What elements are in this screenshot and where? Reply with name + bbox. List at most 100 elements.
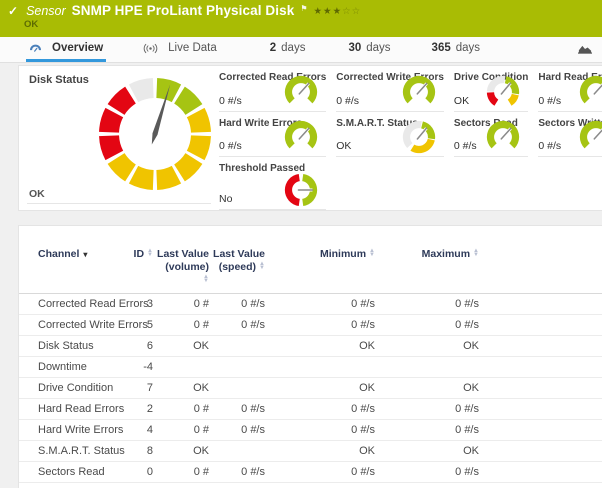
object-kind-label: Sensor <box>26 4 66 18</box>
column-header-last-value-volume-[interactable]: Last Value (volume)▲▼ <box>155 242 211 294</box>
channel-row-disk-status[interactable]: Disk Status6OKOKOK <box>19 336 602 357</box>
channel-value-cell: 2 <box>123 399 155 420</box>
filler-cell <box>481 399 602 420</box>
channel-value-cell: 0 #/s <box>377 483 481 488</box>
channel-table-panel: Channel▾ID▲▼Last Value (volume)▲▼Last Va… <box>18 225 602 488</box>
column-header-maximum[interactable]: Maximum▲▼ <box>377 242 481 294</box>
filler-cell <box>481 294 602 315</box>
channel-value-cell <box>211 378 267 399</box>
channel-value-cell: OK <box>267 441 377 462</box>
channel-row-drive-condition[interactable]: Drive Condition7OKOKOK <box>19 378 602 399</box>
priority-stars[interactable]: ★★★☆☆ <box>314 6 362 17</box>
channel-value-cell: 0 # <box>155 483 211 488</box>
column-header-filler <box>481 242 602 294</box>
tile-gauge <box>284 75 318 109</box>
channel-table-body: Corrected Read Errors30 #0 #/s0 #/s0 #/s… <box>19 294 602 488</box>
tile-gauge <box>284 120 318 154</box>
stars-empty[interactable]: ☆☆ <box>342 6 361 17</box>
tab-overview[interactable]: Overview <box>26 37 106 62</box>
channel-value-cell: 0 #/s <box>211 294 267 315</box>
primary-channel-value: OK <box>29 188 45 200</box>
channel-value-cell <box>377 357 481 378</box>
filler-cell <box>481 483 602 488</box>
channel-row-hard-read-errors[interactable]: Hard Read Errors20 #0 #/s0 #/s0 #/s <box>19 399 602 420</box>
channel-value-cell: 0 # <box>155 315 211 336</box>
channel-row-corrected-write-errors[interactable]: Corrected Write Errors50 #0 #/s0 #/s0 #/… <box>19 315 602 336</box>
channel-name-cell[interactable]: Hard Read Errors <box>19 399 123 420</box>
column-header-minimum[interactable]: Minimum▲▼ <box>267 242 377 294</box>
channel-value-cell: OK <box>377 378 481 399</box>
channel-value-cell: 0 #/s <box>267 294 377 315</box>
primary-channel-gauge[interactable]: Disk Status OK <box>27 66 211 204</box>
channel-value-cell: 0 #/s <box>377 315 481 336</box>
channel-name-cell[interactable]: Sectors Written <box>19 483 123 488</box>
channel-gauge-tile-s-m-a-r-t-status[interactable]: S.M.A.R.T. Status OK <box>336 112 444 157</box>
stars-filled[interactable]: ★★★ <box>314 6 343 17</box>
channel-value-cell <box>211 441 267 462</box>
channel-row-sectors-read[interactable]: Sectors Read00 #0 #/s0 #/s0 #/s <box>19 462 602 483</box>
channel-value-cell: 0 #/s <box>267 483 377 488</box>
overview-content: Disk Status OK Corrected Read Errors 0 #… <box>0 63 602 488</box>
channel-gauge-tile-threshold-passed[interactable]: Threshold Passed No <box>219 157 326 210</box>
channel-gauge-tile-sectors-written[interactable]: Sectors Written 0 #/s <box>538 112 602 157</box>
channel-value-cell: 0 #/s <box>377 420 481 441</box>
tile-channel-value: 0 #/s <box>219 140 242 152</box>
filler-cell <box>481 462 602 483</box>
channel-value-cell: 0 #/s <box>377 399 481 420</box>
channel-value-cell: 0 <box>123 462 155 483</box>
gauge-icon <box>29 43 42 54</box>
sensor-status-header: ✓ Sensor SNMP HPE ProLiant Physical Disk… <box>0 0 602 37</box>
tab-bar: Overview Live Data 2days 30days 365days Histo… <box>0 37 602 63</box>
column-header-id[interactable]: ID▲▼ <box>123 242 155 294</box>
tile-gauge <box>486 120 520 154</box>
sensor-title: SNMP HPE ProLiant Physical Disk <box>72 3 295 18</box>
disk-status-gauge <box>93 72 217 196</box>
filler-cell <box>481 420 602 441</box>
channel-value-cell: 7 <box>123 378 155 399</box>
tile-channel-value: 0 #/s <box>538 95 561 107</box>
tile-gauge <box>579 75 602 109</box>
channel-name-cell[interactable]: Drive Condition <box>19 378 123 399</box>
tab-30-days[interactable]: 30days <box>340 37 393 62</box>
channel-row-hard-write-errors[interactable]: Hard Write Errors40 #0 #/s0 #/s0 #/s <box>19 420 602 441</box>
tile-channel-label: Threshold Passed <box>219 157 326 174</box>
channel-name-cell[interactable]: Downtime <box>19 357 123 378</box>
channel-value-cell: 4 <box>123 420 155 441</box>
sort-both-icon: ▲▼ <box>369 249 375 258</box>
channel-value-cell: 0 #/s <box>267 462 377 483</box>
channel-gauge-tile-corrected-write-errors[interactable]: Corrected Write Errors 0 #/s <box>336 66 444 112</box>
flag-icon[interactable]: ⚑ <box>300 4 307 13</box>
tile-channel-value: OK <box>454 95 469 107</box>
tab-2-days[interactable]: 2days <box>262 37 309 62</box>
channel-row-sectors-written[interactable]: Sectors Written10 #0 #/s0 #/s0 #/s <box>19 483 602 488</box>
channel-name-cell[interactable]: S.M.A.R.T. Status <box>19 441 123 462</box>
channel-name-cell[interactable]: Disk Status <box>19 336 123 357</box>
channel-gauge-tile-corrected-read-errors[interactable]: Corrected Read Errors 0 #/s <box>219 66 326 112</box>
channel-name-cell[interactable]: Sectors Read <box>19 462 123 483</box>
channel-gauge-tile-hard-read-errors[interactable]: Hard Read Errors 0 #/s <box>538 66 602 112</box>
column-header-last-value-speed-[interactable]: Last Value (speed)▲▼ <box>211 242 267 294</box>
channel-name-cell[interactable]: Corrected Write Errors <box>19 315 123 336</box>
channel-table: Channel▾ID▲▼Last Value (volume)▲▼Last Va… <box>19 242 602 488</box>
tab-historic-data[interactable]: Historic Data <box>575 37 602 62</box>
column-header-channel[interactable]: Channel▾ <box>19 242 123 294</box>
channel-row-s-m-a-r-t-status[interactable]: S.M.A.R.T. Status8OKOKOK <box>19 441 602 462</box>
status-check-icon: ✓ <box>8 4 18 18</box>
channel-name-cell[interactable]: Hard Write Errors <box>19 420 123 441</box>
channel-gauge-tile-hard-write-errors[interactable]: Hard Write Errors 0 #/s <box>219 112 326 157</box>
channel-name-cell[interactable]: Corrected Read Errors <box>19 294 123 315</box>
channel-value-cell: OK <box>155 378 211 399</box>
channel-gauge-tile-drive-condition[interactable]: Drive Condition OK <box>454 66 528 112</box>
channel-row-downtime[interactable]: Downtime-4 <box>19 357 602 378</box>
filler-cell <box>481 357 602 378</box>
channel-value-cell: OK <box>155 336 211 357</box>
channel-gauge-tile-sectors-read[interactable]: Sectors Read 0 #/s <box>454 112 528 157</box>
channel-value-cell: 0 #/s <box>211 462 267 483</box>
channel-value-cell: 1 <box>123 483 155 488</box>
gauges-panel: Disk Status OK Corrected Read Errors 0 #… <box>18 65 602 211</box>
channel-value-cell <box>211 336 267 357</box>
channel-row-corrected-read-errors[interactable]: Corrected Read Errors30 #0 #/s0 #/s0 #/s <box>19 294 602 315</box>
tab-live-data[interactable]: Live Data <box>140 37 220 62</box>
channel-value-cell: 0 #/s <box>211 315 267 336</box>
tab-365-days[interactable]: 365days <box>424 37 483 62</box>
